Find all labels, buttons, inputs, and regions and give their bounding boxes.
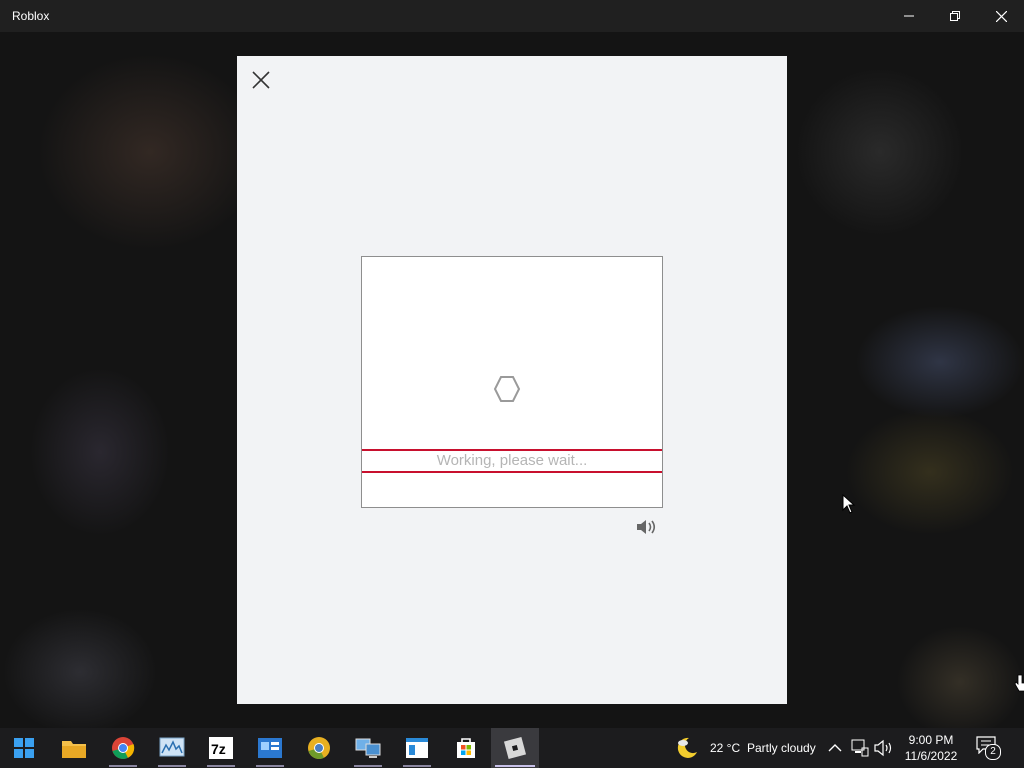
taskbar-chrome[interactable] [99, 728, 147, 768]
minimize-button[interactable] [886, 0, 932, 32]
close-window-button[interactable] [978, 0, 1024, 32]
clock[interactable]: 9:00 PM 11/6/2022 [896, 732, 966, 764]
start-icon [14, 738, 34, 758]
weather-condition[interactable]: Partly cloudy [747, 741, 816, 755]
roblox-icon [503, 736, 527, 760]
network-status-icon[interactable] [851, 739, 869, 757]
chrome-canary-icon [308, 737, 330, 759]
taskbar-control-panel[interactable] [246, 728, 294, 768]
running-indicator [256, 765, 284, 767]
hand-cursor-icon [1014, 674, 1024, 692]
audio-challenge-icon[interactable] [636, 518, 658, 536]
volume-icon[interactable] [874, 739, 894, 757]
clock-time: 9:00 PM [908, 733, 954, 747]
restore-button[interactable] [932, 0, 978, 32]
verification-dialog: Working, please wait... [237, 56, 787, 704]
mouse-cursor-icon [842, 494, 856, 514]
weather-temperature[interactable]: 22 °C [710, 741, 740, 755]
taskbar-roblox[interactable] [491, 728, 539, 768]
captcha-frame: Working, please wait... [361, 256, 663, 508]
taskbar: 7z 22 °C Partly cloudy 9:00 PM 11/6/2022… [0, 728, 1024, 768]
minimize-icon [904, 15, 914, 17]
loading-spinner-icon [493, 376, 521, 402]
taskbar-file-explorer[interactable] [50, 728, 98, 768]
running-indicator [158, 765, 186, 767]
resource-monitor-icon [159, 737, 185, 757]
running-indicator [354, 765, 382, 767]
running-indicator [109, 765, 137, 767]
taskbar-microsoft-store[interactable] [442, 728, 490, 768]
notification-center-button[interactable]: 2 [976, 736, 1002, 760]
close-icon [252, 71, 270, 89]
running-indicator [403, 765, 431, 767]
7zip-icon: 7z [209, 737, 233, 759]
microsoft-store-icon [457, 738, 475, 758]
status-text: Working, please wait... [362, 449, 662, 473]
start-button[interactable] [0, 728, 48, 768]
control-panel-icon [258, 738, 282, 758]
taskbar-7zip[interactable]: 7z [197, 728, 245, 768]
running-indicator [207, 765, 235, 767]
network-icon [355, 738, 381, 758]
chrome-icon [112, 737, 135, 759]
taskbar-network[interactable] [344, 728, 392, 768]
weather-moon-icon[interactable] [674, 735, 700, 761]
notification-count-badge: 2 [985, 744, 1001, 760]
dialog-close-button[interactable] [249, 68, 273, 92]
file-explorer-icon [62, 741, 86, 758]
clock-date: 11/6/2022 [904, 749, 958, 763]
svg-text:7z: 7z [211, 741, 226, 757]
close-icon [995, 10, 1007, 22]
taskbar-notepad[interactable] [393, 728, 441, 768]
chevron-up-icon[interactable] [828, 742, 842, 754]
taskbar-chrome-canary[interactable] [295, 728, 343, 768]
notepad-icon [406, 738, 428, 758]
window-titlebar: Roblox [0, 0, 1024, 32]
running-indicator [495, 765, 535, 767]
taskbar-resource-monitor[interactable] [148, 728, 196, 768]
restore-icon [950, 11, 960, 21]
window-title: Roblox [12, 9, 50, 23]
